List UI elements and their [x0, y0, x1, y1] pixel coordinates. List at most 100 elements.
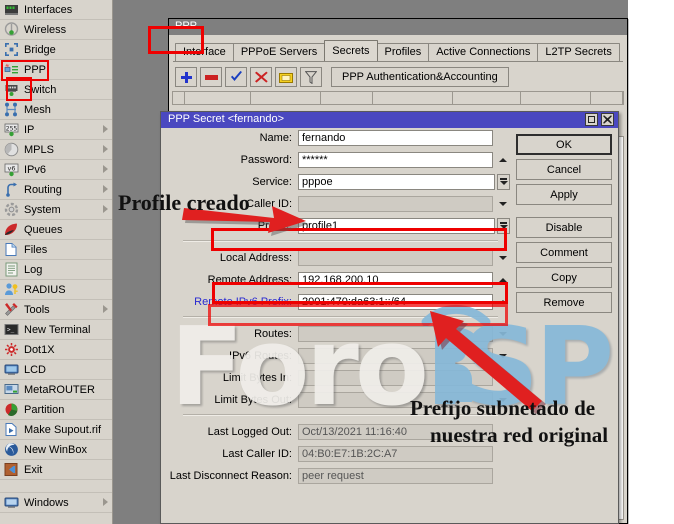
sidebar-item-system[interactable]: System	[0, 200, 112, 220]
ppp-auth-accounting-button[interactable]: PPP Authentication&Accounting	[331, 67, 509, 87]
sidebar-item-ip[interactable]: 255IP	[0, 120, 112, 140]
enable-button[interactable]	[225, 67, 247, 87]
sidebar-item-new-winbox[interactable]: New WinBox	[0, 440, 112, 460]
sidebar-item-ppp[interactable]: PPP	[0, 60, 112, 80]
field-input[interactable]: pppoe	[298, 174, 495, 190]
comment-button[interactable]: Comment	[516, 242, 612, 263]
exit-icon	[4, 462, 19, 477]
expand-up-icon[interactable]	[495, 272, 510, 288]
sidebar-item-bridge[interactable]: Bridge	[0, 40, 112, 60]
ppp-window-title: PPP	[175, 20, 197, 32]
tab-interface[interactable]: Interface	[175, 43, 234, 61]
svg-text:v6: v6	[8, 165, 16, 173]
expand-down-icon[interactable]	[495, 250, 510, 266]
sidebar-item-label: MetaROUTER	[24, 384, 95, 396]
field-label: Service:	[161, 176, 298, 188]
sidebar-item-tools[interactable]: Tools	[0, 300, 112, 320]
partition-icon	[4, 402, 19, 417]
field-label: Last Logged Out:	[161, 426, 298, 438]
comment-icon[interactable]	[275, 67, 297, 87]
tab-secrets[interactable]: Secrets	[324, 40, 377, 61]
ppp-secret-button-column: OKCancelApplyDisableCommentCopyRemove	[516, 134, 612, 317]
form-row: Service:pppoe	[161, 172, 510, 191]
sidebar-item-label: MPLS	[24, 144, 54, 156]
tab-l2tp-secrets[interactable]: L2TP Secrets	[537, 43, 619, 61]
sidebar-item-mpls[interactable]: MPLS	[0, 140, 112, 160]
tools-icon	[4, 302, 19, 317]
sidebar-item-exit[interactable]: Exit	[0, 460, 112, 480]
sidebar-item-label: Log	[24, 264, 42, 276]
chevron-right-icon	[103, 145, 108, 153]
apply-button[interactable]: Apply	[516, 184, 612, 205]
remove-button[interactable]	[200, 67, 222, 87]
main-menu-sidebar: Interfaces Wireless BridgePPP Switch Mesh 255…	[0, 0, 113, 524]
sidebar-item-lcd[interactable]: LCD	[0, 360, 112, 380]
supout-icon	[4, 422, 19, 437]
sidebar-item-label: Windows	[24, 497, 69, 509]
ppp-secret-titlebar: PPP Secret <fernando>	[161, 112, 618, 128]
cancel-button[interactable]: Cancel	[516, 159, 612, 180]
field-input[interactable]: peer request	[298, 468, 493, 484]
mpls-icon	[4, 142, 19, 157]
tab-pppoe-servers[interactable]: PPPoE Servers	[233, 43, 325, 61]
dropdown-toggle[interactable]	[497, 174, 510, 190]
sidebar-item-interfaces[interactable]: Interfaces	[0, 0, 112, 20]
sidebar-item-label: Exit	[24, 464, 42, 476]
field-input[interactable]	[298, 250, 493, 266]
ok-button[interactable]: OK	[516, 134, 612, 155]
sidebar-item-wireless[interactable]: Wireless	[0, 20, 112, 40]
log-icon	[4, 262, 19, 277]
sidebar-item-log[interactable]: Log	[0, 260, 112, 280]
sidebar-item-ipv6[interactable]: v6IPv6	[0, 160, 112, 180]
sidebar-item-label: Partition	[24, 404, 64, 416]
sidebar-item-label: Files	[24, 244, 47, 256]
sidebar-item-metarouter[interactable]: MetaROUTER	[0, 380, 112, 400]
expand-down-icon[interactable]	[495, 196, 510, 212]
sidebar-item-label: Switch	[24, 84, 56, 96]
annotation-profile-creado: Profile creado	[118, 190, 250, 216]
sidebar-item-new-terminal[interactable]: >_New Terminal	[0, 320, 112, 340]
sidebar-item-label: Wireless	[24, 24, 66, 36]
sidebar-item-routing[interactable]: Routing	[0, 180, 112, 200]
field-label: Remote Address:	[161, 274, 298, 286]
ipv6-icon: v6	[4, 162, 19, 177]
sidebar-item-label: Tools	[24, 304, 50, 316]
field-label: Limit Bytes Out:	[161, 394, 298, 406]
switch-icon	[4, 82, 19, 97]
copy-button[interactable]: Copy	[516, 267, 612, 288]
sidebar-item-label: Mesh	[24, 104, 51, 116]
sidebar-item-switch[interactable]: Switch	[0, 80, 112, 100]
sidebar-item-windows[interactable]: Windows	[0, 493, 112, 513]
add-button[interactable]	[175, 67, 197, 87]
spacer	[495, 468, 510, 484]
filter-icon[interactable]	[300, 67, 322, 87]
maximize-icon[interactable]	[585, 113, 598, 126]
field-label: Last Caller ID:	[161, 448, 298, 460]
windows-icon	[4, 495, 19, 510]
bridge-icon	[4, 42, 19, 57]
disable-button[interactable]: Disable	[516, 217, 612, 238]
sidebar-item-dot1x[interactable]: Dot1X	[0, 340, 112, 360]
disable-button[interactable]	[250, 67, 272, 87]
mesh-icon	[4, 102, 19, 117]
sidebar-item-make-supout-rif[interactable]: Make Supout.rif	[0, 420, 112, 440]
sidebar-item-radius[interactable]: RADIUS	[0, 280, 112, 300]
field-label: Local Address:	[161, 252, 298, 264]
close-icon[interactable]	[601, 113, 614, 126]
field-input[interactable]: fernando	[298, 130, 493, 146]
dropdown-toggle[interactable]	[497, 218, 510, 234]
tab-active-connections[interactable]: Active Connections	[428, 43, 538, 61]
sidebar-item-queues[interactable]: Queues	[0, 220, 112, 240]
field-input[interactable]: 192.168.200.10	[298, 272, 493, 288]
sidebar-item-mesh[interactable]: Mesh	[0, 100, 112, 120]
field-input[interactable]: ******	[298, 152, 493, 168]
sidebar-item-label: IP	[24, 124, 34, 136]
sidebar-item-partition[interactable]: Partition	[0, 400, 112, 420]
sidebar-item-files[interactable]: Files	[0, 240, 112, 260]
tab-profiles[interactable]: Profiles	[377, 43, 430, 61]
metarouter-icon	[4, 382, 19, 397]
field-input[interactable]	[298, 196, 493, 212]
form-row: Name:fernando	[161, 128, 510, 147]
field-input[interactable]: profile1	[298, 218, 495, 234]
expand-up-icon[interactable]	[495, 152, 510, 168]
